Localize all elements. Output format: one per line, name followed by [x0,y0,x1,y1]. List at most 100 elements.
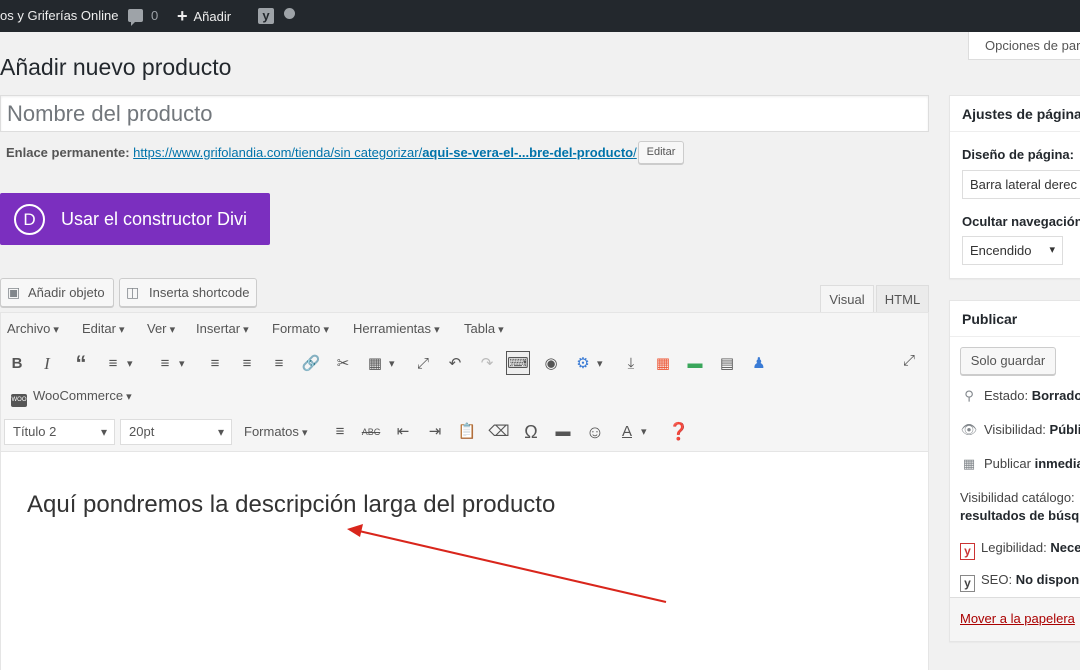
tab-visual[interactable]: Visual [820,285,874,313]
menu-formato[interactable]: Formato [272,321,329,336]
catalog-visibility-value: resultados de búsque [960,508,1080,523]
menu-insertar[interactable]: Insertar [196,321,249,336]
upload-icon[interactable]: ⤓ [619,352,643,376]
screen-options-tab[interactable]: Opciones de par [968,32,1080,60]
calendar-icon: ▦ [962,456,976,471]
save-draft-button[interactable]: Solo guardar [960,347,1056,375]
readability-value: Nece [1050,540,1080,555]
publish-box: Publicar Solo guardar ⚲Estado: Borrador … [949,300,1080,642]
block-format-select[interactable]: Título 2 [4,419,115,445]
content-editor: Archivo Editar Ver Insertar Formato Herr… [0,312,929,670]
blockquote-icon[interactable]: “ [69,352,93,376]
numbered-list-icon[interactable]: ≡ [153,352,185,376]
status-value: Borrador [1031,388,1080,403]
move-to-trash-link[interactable]: Mover a la papelera [960,611,1075,626]
site-name-link[interactable]: os y Griferías Online [0,0,119,32]
page-layout-select[interactable]: Barra lateral derec [962,170,1080,199]
columns-icon[interactable]: ▬ [683,352,707,376]
annotation-arrow-line [358,530,667,603]
status-row: ⚲ Estado: Borrador [960,388,1080,404]
divi-builder-label: Usar el constructor Divi [61,209,248,229]
align-right-icon[interactable]: ≡ [267,352,291,376]
emoji-icon[interactable]: ☺ [583,420,607,444]
pin-icon: ⚲ [964,388,974,403]
catalog-visibility-label: Visibilidad catálogo: [960,490,1075,505]
permalink-label: Enlace permanente: [6,145,130,160]
page-break-icon[interactable]: ▤ [715,352,739,376]
edit-slug-button[interactable]: Editar [638,141,684,164]
italic-icon[interactable]: I [35,352,59,376]
link-icon[interactable]: 🔗 [299,352,323,376]
visibility-label: Visibilidad: [984,422,1046,437]
editor-content-area[interactable]: Aquí pondremos la descripción larga del … [1,452,928,670]
annotation-arrow [347,524,667,603]
woocommerce-icon: WOO [11,394,27,407]
font-size-select[interactable]: 20pt [120,419,232,445]
yoast-icon: y [258,8,274,24]
indent-icon[interactable]: ⇥ [423,420,447,444]
fullscreen-icon[interactable]: ⤢ [411,352,435,376]
new-content-label: Añadir [193,9,232,24]
new-content-link[interactable]: + Añadir [177,0,231,32]
special-character-icon[interactable]: Ω [519,420,543,444]
publish-actions: Mover a la papelera [950,597,1080,641]
undo-icon[interactable]: ↶ [443,352,467,376]
media-icon: ▣ [7,284,21,300]
find-replace-icon[interactable]: ◉ [539,352,563,376]
publish-date-row: ▦ Publicar inmedia [960,456,1080,472]
yoast-seo-icon: y [960,575,975,592]
formats-menu[interactable]: Formatos [244,424,307,439]
comment-icon [128,9,143,26]
menu-archivo[interactable]: Archivo [7,321,59,336]
add-media-label: Añadir objeto [28,285,105,300]
editor-toolbar: Archivo Editar Ver Insertar Formato Herr… [1,313,928,452]
add-media-button[interactable]: ▣ Añadir objeto [0,278,114,307]
menu-tabla[interactable]: Tabla [464,321,504,336]
seo-status-dot-icon [284,8,295,19]
yoast-readability-icon: y [960,543,975,560]
publish-date-label: Publicar [984,456,1031,471]
tab-html[interactable]: HTML [876,285,929,313]
chevron-down-icon: ▾ [1049,244,1055,256]
paste-text-icon[interactable]: 📋 [455,420,479,444]
menu-herramientas[interactable]: Herramientas [353,321,440,336]
divi-builder-button[interactable]: D Usar el constructor Divi [0,193,270,245]
insert-shortcode-button[interactable]: ◫ Inserta shortcode [119,278,257,307]
bold-icon[interactable]: B [5,352,29,376]
clear-formatting-icon[interactable]: ⌫ [487,420,511,444]
align-left-icon[interactable]: ≡ [203,352,227,376]
menu-editar[interactable]: Editar [82,321,125,336]
hide-nav-label: Ocultar navegación [962,214,1080,229]
permalink-url-link[interactable]: https://www.grifolandia.com/tienda/sin c… [133,145,637,160]
permalink-trail: / [633,145,637,160]
yoast-menu[interactable]: y [258,0,295,32]
hide-nav-select[interactable]: Encendido ▾ [962,236,1063,265]
colored-grid-icon[interactable]: ▦ [651,352,675,376]
toolbar-toggle-icon[interactable]: ⌨ [506,351,530,375]
publish-title[interactable]: Publicar [950,301,1080,337]
settings-gear-icon[interactable]: ⚙ [571,352,602,376]
menu-ver[interactable]: Ver [147,321,175,336]
table-icon[interactable]: ▦ [363,352,395,376]
distraction-free-icon[interactable]: ⤢ [897,349,921,373]
page-settings-box: Ajustes de página d Diseño de página: Ba… [949,95,1080,279]
shortcode-icon: ◫ [126,284,140,300]
help-icon[interactable]: ❓ [667,420,691,444]
woocommerce-shortcode-menu[interactable]: WOO WooCommerce [11,388,132,407]
user-icon[interactable]: ♟ [747,352,771,376]
visibility-value: Públi [1049,422,1080,437]
product-title-input[interactable]: Nombre del producto [0,95,929,132]
text-color-icon[interactable]: A [615,420,647,444]
outdent-icon[interactable]: ⇤ [391,420,415,444]
strikethrough-icon[interactable]: ABC [359,420,383,444]
horizontal-line-icon[interactable]: ▬ [551,420,575,444]
redo-icon[interactable]: ↷ [475,352,499,376]
comments-link[interactable]: 0 [128,0,158,32]
readability-row: y Legibilidad: Nece [960,540,1080,560]
readability-label: Legibilidad: [981,540,1047,555]
page-settings-title[interactable]: Ajustes de página d [950,96,1080,132]
bullet-list-icon[interactable]: ≡ [101,352,133,376]
align-center-icon[interactable]: ≡ [235,352,259,376]
justify-icon[interactable]: ≡ [328,420,352,444]
unlink-icon[interactable]: ✂ [331,352,355,376]
